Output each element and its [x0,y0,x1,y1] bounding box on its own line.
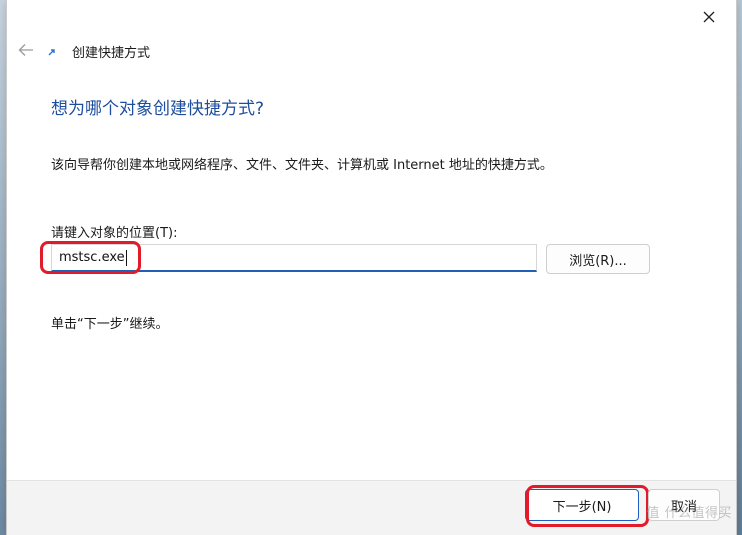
cancel-button[interactable]: 取消 [648,489,720,521]
back-button[interactable] [13,38,39,62]
next-button[interactable]: 下一步(N) [525,489,639,521]
close-icon[interactable] [703,11,715,23]
page-heading: 想为哪个对象创建快捷方式? [51,99,265,119]
location-label: 请键入对象的位置(T): [51,226,178,241]
location-input-value: mstsc.exe [59,250,125,265]
window-title: 创建快捷方式 [72,46,151,61]
text-caret [125,249,127,266]
wizard-description: 该向导帮你创建本地或网络程序、文件、文件夹、计算机或 Internet 地址的快… [51,158,553,173]
create-shortcut-dialog: 创建快捷方式 想为哪个对象创建快捷方式? 该向导帮你创建本地或网络程序、文件、文… [6,0,737,535]
close-button[interactable] [692,4,726,30]
shortcut-wizard-icon [47,47,57,57]
location-input[interactable]: mstsc.exe [51,244,537,272]
continue-hint: 单击“下一步”继续。 [51,317,169,332]
back-arrow-icon[interactable] [18,43,34,57]
browse-button[interactable]: 浏览(R)... [546,244,650,274]
